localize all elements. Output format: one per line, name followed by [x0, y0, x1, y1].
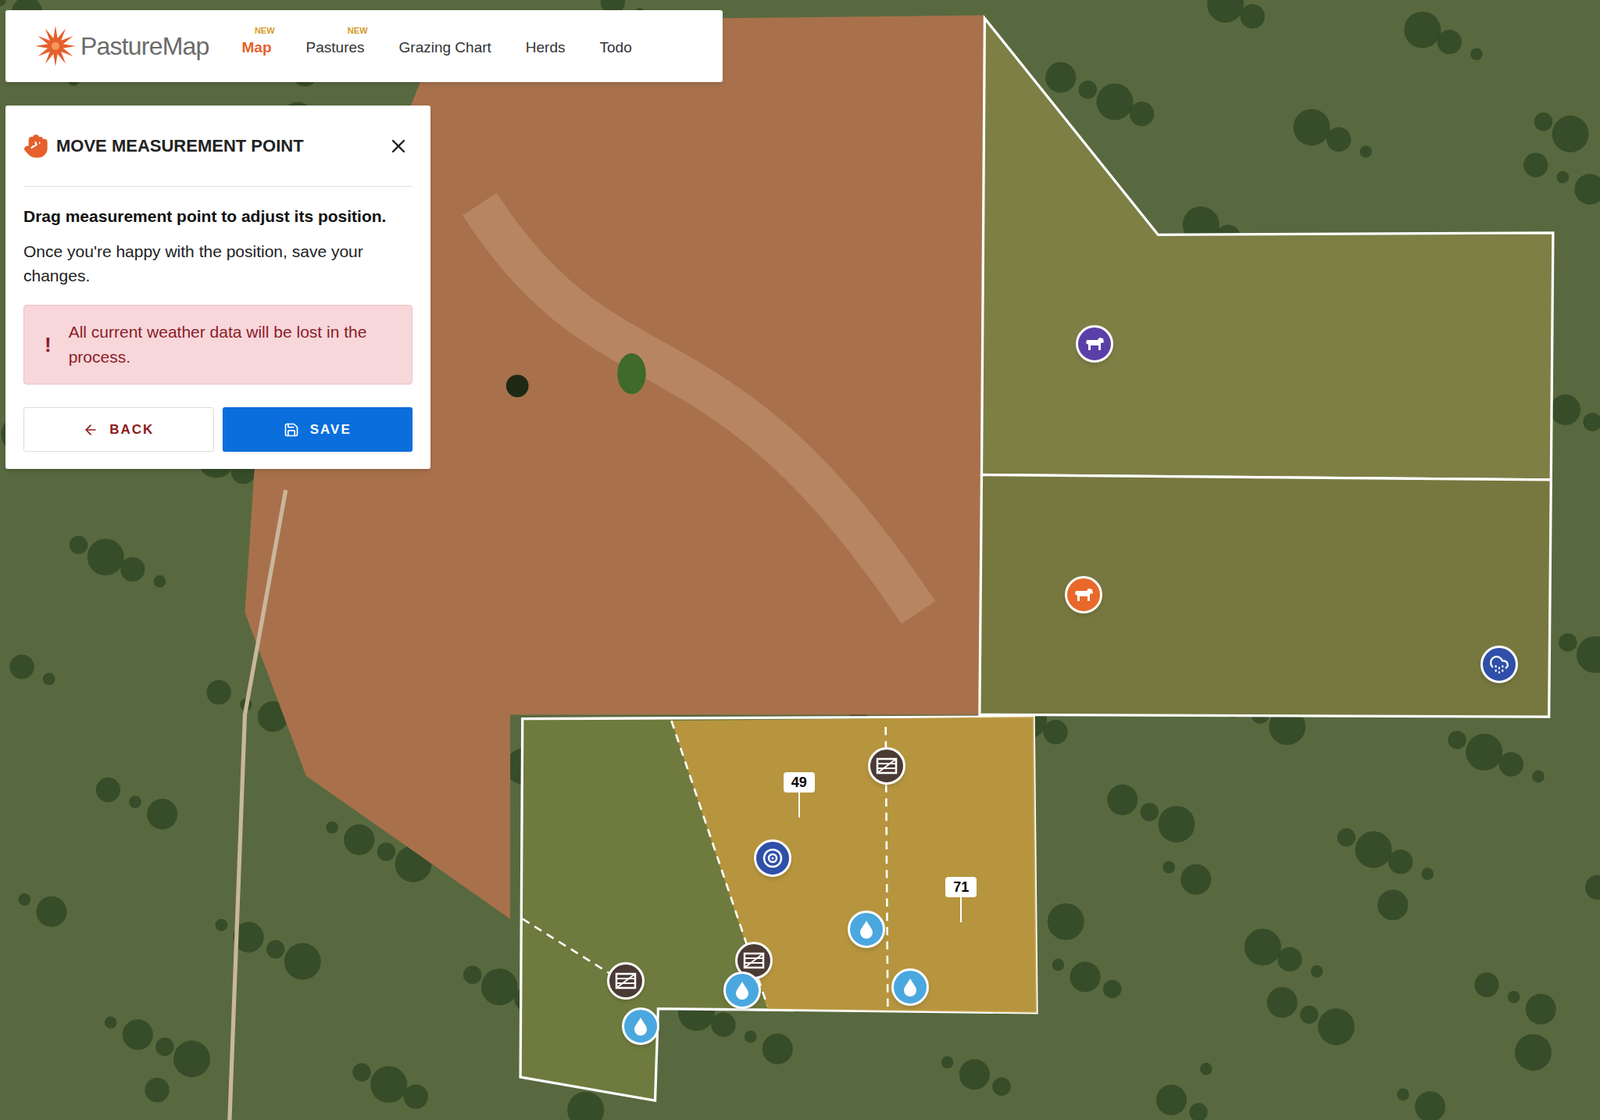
water-pin[interactable] — [847, 910, 886, 948]
target-icon — [760, 846, 785, 870]
water-drop-icon — [858, 918, 875, 940]
water-pin[interactable] — [621, 1007, 660, 1045]
close-button[interactable] — [384, 132, 413, 161]
nav-item[interactable]: NEWMap — [242, 33, 272, 60]
gate-pin[interactable] — [607, 961, 645, 1000]
weather-pin[interactable] — [1480, 645, 1518, 683]
nav-item[interactable]: Todo — [600, 33, 633, 60]
app: 49 71 PastureMap NEWMap NEWPastures Grazing C… — [0, 0, 1600, 1120]
save-icon — [283, 421, 300, 438]
hand-icon — [23, 133, 49, 159]
water-drop-icon — [632, 1015, 649, 1036]
measurement-label[interactable]: 71 — [945, 876, 977, 922]
gate-icon — [875, 756, 898, 775]
panel-body: Once you're happy with the position, sav… — [23, 239, 413, 288]
gate-icon — [614, 971, 637, 990]
water-pin[interactable] — [723, 971, 761, 1009]
move-point-panel: MOVE MEASUREMENT POINTDrag measurement p… — [5, 105, 431, 469]
cow-icon — [1073, 585, 1094, 604]
nav-item[interactable]: Herds — [525, 33, 566, 60]
gate-pin[interactable] — [867, 746, 906, 785]
close-icon — [387, 135, 410, 158]
gate-icon — [742, 950, 765, 970]
weather-cloud-icon — [1489, 653, 1510, 675]
water-drop-icon — [902, 976, 918, 997]
warning-alert: !All current weather data will be lost i… — [23, 304, 413, 385]
water-drop-icon — [734, 979, 750, 1000]
cow-icon — [1084, 335, 1105, 353]
back-button[interactable]: BACK — [23, 407, 215, 452]
logo-icon — [33, 24, 78, 68]
save-button[interactable]: SAVE — [222, 407, 414, 452]
water-pin[interactable] — [891, 967, 929, 1006]
logo[interactable]: PastureMap — [33, 24, 210, 68]
measurement-label[interactable]: 49 — [783, 771, 815, 818]
nav-item[interactable]: NEWPastures — [306, 33, 365, 60]
target-pin[interactable] — [753, 839, 792, 877]
top-nav: PastureMap NEWMap NEWPastures Grazing Chart… — [5, 10, 723, 83]
arrow-left-icon — [82, 421, 99, 438]
nav-item[interactable]: Grazing Chart — [399, 33, 492, 60]
panel-heading: Drag measurement point to adjust its pos… — [23, 203, 413, 229]
